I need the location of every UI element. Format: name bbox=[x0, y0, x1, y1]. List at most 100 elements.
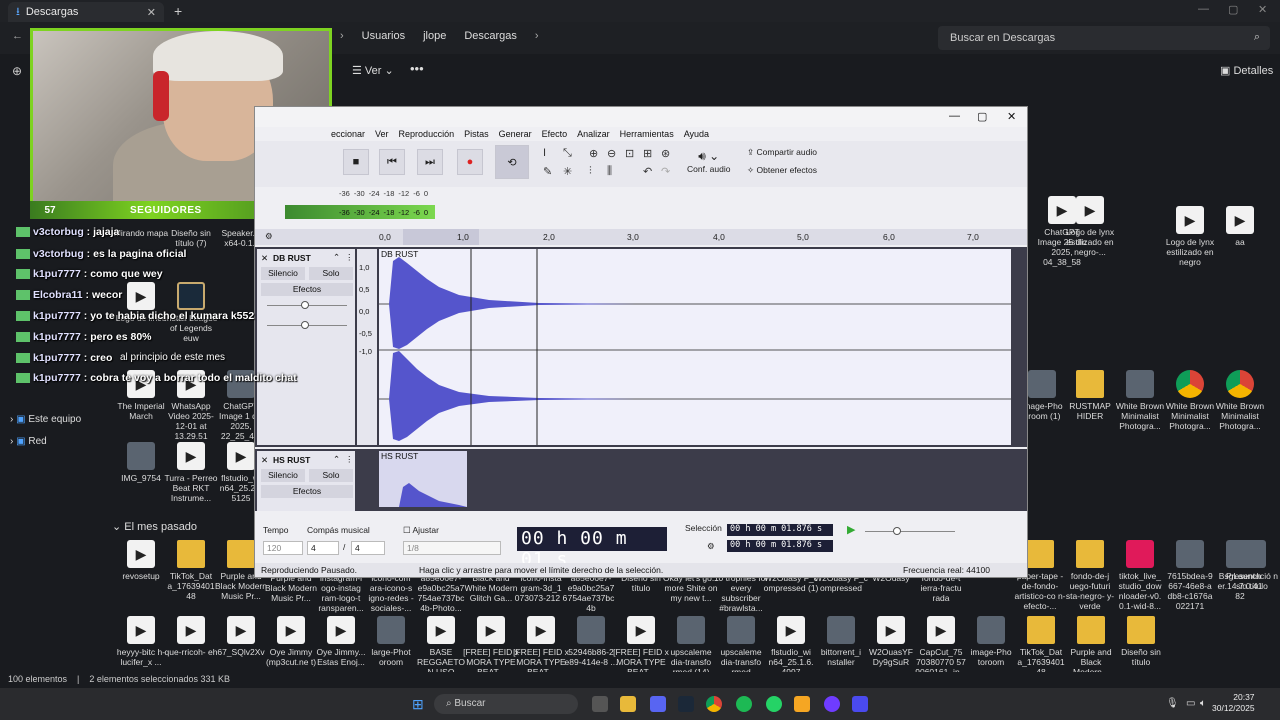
get-effects-button[interactable]: ✧ Obtener efectos bbox=[747, 165, 817, 176]
collapse-icon[interactable]: ⌃ bbox=[333, 454, 340, 465]
breadcrumb-descargas[interactable]: Descargas bbox=[464, 30, 517, 42]
file-item[interactable]: TikTok_Dat a_17639401 48 bbox=[163, 540, 219, 601]
timeline-ruler[interactable]: ⚙ 0,0 1,0 2,0 3,0 4,0 5,0 6,0 7,0 bbox=[255, 229, 1027, 245]
close-window-icon[interactable]: ✕ bbox=[1258, 3, 1267, 16]
speed-slider[interactable] bbox=[865, 531, 955, 532]
track-menu-icon[interactable]: ⋮ bbox=[345, 252, 354, 263]
silence-icon[interactable]: ⫼ bbox=[607, 165, 612, 178]
zoom-in-icon[interactable]: ⊕ bbox=[589, 147, 598, 160]
pan-slider-thumb[interactable] bbox=[301, 321, 309, 329]
file-item[interactable]: White Brown Minimalist Photogra... bbox=[1112, 370, 1168, 431]
close-icon[interactable]: ✕ bbox=[1007, 110, 1016, 123]
breadcrumb-usuarios[interactable]: Usuarios bbox=[362, 30, 405, 42]
multi-tool-icon[interactable]: ✳ bbox=[563, 165, 572, 178]
clock[interactable]: 20:37 30/12/2025 bbox=[1212, 692, 1255, 714]
file-item[interactable]: ▶ 67_SQlv2Xv bbox=[213, 616, 269, 657]
track-name[interactable]: DB RUST bbox=[273, 253, 311, 263]
close-tab-icon[interactable]: ✕ bbox=[147, 6, 156, 19]
file-item[interactable]: ▶BASE REGGAETO N USO bbox=[413, 616, 469, 677]
menu-reproduccion[interactable]: Reproducción bbox=[399, 129, 455, 139]
time-signature-numerator[interactable]: 4 bbox=[307, 541, 339, 555]
track-name[interactable]: HS RUST bbox=[273, 455, 310, 465]
obs-icon[interactable] bbox=[824, 696, 840, 712]
menu-generar[interactable]: Generar bbox=[499, 129, 532, 139]
menu-herramientas[interactable]: Herramientas bbox=[620, 129, 674, 139]
file-item[interactable]: Diseño sin título bbox=[1113, 616, 1169, 667]
skip-start-button[interactable]: ⏮ bbox=[379, 149, 405, 175]
file-item[interactable]: tiktok_live_ studio_dow nloader-v0. 0.1-… bbox=[1112, 540, 1168, 611]
file-item[interactable]: Mirando mapa bbox=[113, 228, 169, 238]
zoom-selection-icon[interactable]: ⊡ bbox=[625, 147, 634, 160]
file-item[interactable]: image-Pho toroom bbox=[963, 616, 1019, 667]
file-item[interactable]: Presentació n sin título bbox=[1224, 540, 1280, 591]
file-explorer-icon[interactable] bbox=[620, 696, 636, 712]
details-button[interactable]: ▣ Detalles bbox=[1220, 64, 1273, 77]
stop-button[interactable]: ■ bbox=[343, 149, 369, 175]
file-item[interactable]: ▶[FREE] FEID x MORA TYPE BEAT... bbox=[513, 616, 569, 677]
selection-end[interactable]: 00 h 00 m 01.876 s bbox=[727, 540, 833, 552]
maximize-icon[interactable]: ▢ bbox=[977, 110, 987, 123]
menu-ayuda[interactable]: Ayuda bbox=[684, 129, 709, 139]
file-item[interactable]: ▶ Oye Jimmy... Estas Enoj... bbox=[313, 616, 369, 667]
selection-start[interactable]: 00 h 00 m 01.876 s bbox=[727, 524, 833, 536]
collapse-icon[interactable]: ⌃ bbox=[333, 252, 340, 263]
time-signature-denominator[interactable]: 4 bbox=[351, 541, 385, 555]
file-item[interactable]: ▶CapCut_75 70380770 57 9060161_in... bbox=[913, 616, 969, 677]
track-menu-icon[interactable]: ⋮ bbox=[345, 454, 354, 465]
new-icon[interactable]: ⊕ bbox=[12, 64, 22, 78]
menu-pistas[interactable]: Pistas bbox=[464, 129, 489, 139]
record-button[interactable]: ● bbox=[457, 149, 483, 175]
menu-analizar[interactable]: Analizar bbox=[577, 129, 610, 139]
zoom-toggle-icon[interactable]: ⊛ bbox=[661, 147, 670, 160]
speed-slider-thumb[interactable] bbox=[893, 527, 901, 535]
mic-icon[interactable]: 🎙︎ bbox=[1166, 698, 1179, 709]
windows-start-icon[interactable]: ⊞ bbox=[412, 696, 424, 713]
menu-efecto[interactable]: Efecto bbox=[542, 129, 568, 139]
tab-descargas[interactable]: ⭳ Descargas ✕ bbox=[8, 2, 164, 22]
file-item[interactable]: bittorrent_i nstaller bbox=[813, 616, 869, 667]
zoom-fit-icon[interactable]: ⊞ bbox=[643, 147, 652, 160]
task-view-icon[interactable] bbox=[592, 696, 608, 712]
file-item[interactable]: ▶ Turra - Perreo Beat RKT Instrume... bbox=[163, 442, 219, 503]
gain-slider-thumb[interactable] bbox=[301, 301, 309, 309]
new-tab-icon[interactable]: + bbox=[174, 3, 182, 19]
solo-button[interactable]: Solo bbox=[309, 267, 353, 280]
trim-icon[interactable]: ⫶ bbox=[589, 165, 592, 178]
taskbar-search[interactable]: ⌕ Buscar bbox=[434, 694, 578, 714]
loop-button[interactable]: ⟲ bbox=[495, 145, 529, 179]
file-item[interactable]: ▶ Oye Jimmy (mp3cut.ne t) bbox=[263, 616, 319, 667]
file-item[interactable]: IMG_9754 bbox=[113, 442, 169, 483]
gear-icon[interactable]: ⚙ bbox=[707, 541, 715, 552]
skip-end-button[interactable]: ⏭ bbox=[417, 149, 443, 175]
file-item[interactable]: White Brown Minimalist Photogra... bbox=[1162, 370, 1218, 431]
file-item[interactable]: ▶ que-rricoh- eh bbox=[163, 616, 219, 657]
file-item[interactable]: ▶ W2OuasYF Dy9gSuR bbox=[863, 616, 919, 667]
file-item[interactable]: fondo-de-j uego-futuri sta-negro- y-verd… bbox=[1062, 540, 1118, 611]
menu-seleccionar[interactable]: eccionar bbox=[331, 129, 365, 139]
file-item[interactable]: Diseño sin título (7) bbox=[163, 228, 219, 248]
selection-tool-icon[interactable]: I bbox=[543, 147, 546, 159]
time-display[interactable]: 00 h 00 m 01 s bbox=[517, 527, 667, 570]
file-item[interactable]: ▶ Logo de lynx estilizado en negro bbox=[1162, 206, 1218, 267]
file-item[interactable]: RUSTMAP HIDER bbox=[1062, 370, 1118, 421]
mute-button[interactable]: Silencio bbox=[261, 469, 305, 482]
search-input[interactable]: Buscar en Descargas ⌕ bbox=[938, 26, 1270, 50]
network-icon[interactable]: ▭ bbox=[1186, 698, 1195, 709]
more-options-icon[interactable]: ••• bbox=[410, 61, 424, 76]
file-item[interactable]: upscaleme dia-transfo rmed bbox=[713, 616, 769, 677]
close-track-icon[interactable]: ✕ bbox=[261, 455, 268, 466]
play-at-speed-button[interactable]: ▶ bbox=[847, 523, 855, 536]
file-item[interactable]: TikTok_Dat a_17639401 48 bbox=[1013, 616, 1069, 677]
minimize-icon[interactable]: — bbox=[1198, 3, 1209, 15]
chrome-icon[interactable] bbox=[706, 696, 722, 712]
file-item[interactable]: White Brown Minimalist Photogra... bbox=[1212, 370, 1268, 431]
solo-button[interactable]: Solo bbox=[309, 469, 353, 482]
back-icon[interactable]: ← bbox=[12, 30, 23, 42]
file-item[interactable]: ▶ revosetup bbox=[113, 540, 169, 581]
discord-icon[interactable] bbox=[650, 696, 666, 712]
fl-studio-icon[interactable] bbox=[794, 696, 810, 712]
redo-icon[interactable]: ↷ bbox=[661, 165, 670, 178]
undo-icon[interactable]: ↶ bbox=[643, 165, 652, 178]
tempo-input[interactable]: 120 bbox=[263, 541, 303, 555]
file-item[interactable]: large-Phot oroom bbox=[363, 616, 419, 667]
